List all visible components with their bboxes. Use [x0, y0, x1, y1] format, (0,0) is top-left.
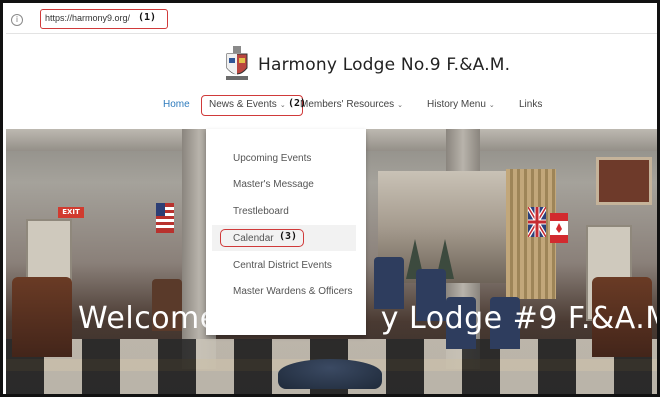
lodge-crest-icon[interactable] [224, 46, 250, 82]
url-text[interactable]: https://harmony9.org/ [45, 13, 130, 23]
nav-history-menu[interactable]: History Menu ⌄ [427, 99, 495, 110]
welcome-tail: y Lodge #9 F.&A.M. [380, 301, 660, 336]
hero-pew [12, 277, 72, 357]
address-bar[interactable]: i https://harmony9.org/ (1) [6, 6, 657, 34]
exit-sign: EXIT [58, 207, 84, 218]
annotation-label-2: (2) [288, 98, 307, 109]
welcome-head: Welcome [78, 301, 219, 336]
canada-flag-icon [550, 213, 568, 243]
annotation-label-1: (1) [138, 12, 157, 23]
dropdown-item-master-wardens-officers[interactable]: Master Wardens & Officers [233, 284, 353, 299]
chevron-down-icon: ⌄ [488, 102, 495, 109]
union-flag-icon [528, 207, 546, 237]
nav-members-resources[interactable]: Members' Resources ⌄ [300, 99, 403, 110]
nav-label: Links [519, 99, 543, 110]
nav-label: History Menu [427, 99, 486, 110]
hero-framed-picture [596, 157, 652, 205]
info-icon[interactable]: i [11, 14, 23, 26]
hero-altar [278, 359, 382, 389]
annotation-label-3: (3) [279, 231, 298, 242]
site-title[interactable]: Harmony Lodge No.9 F.&A.M. [258, 55, 510, 75]
us-flag-icon [156, 203, 174, 233]
dropdown-item-upcoming-events[interactable]: Upcoming Events [233, 151, 353, 166]
chevron-down-icon: ⌄ [397, 102, 404, 109]
dropdown-item-central-district-events[interactable]: Central District Events [233, 258, 353, 273]
nav-home[interactable]: Home [163, 99, 190, 110]
browser-screenshot: i https://harmony9.org/ (1) Harmony Lodg… [0, 0, 660, 397]
nav-label: Members' Resources [300, 99, 395, 110]
site-header: Harmony Lodge No.9 F.&A.M. [6, 34, 657, 94]
nav-links[interactable]: Links [519, 99, 542, 110]
news-events-dropdown: Upcoming Events Master's Message Trestle… [206, 129, 366, 335]
dropdown-item-masters-message[interactable]: Master's Message [233, 177, 353, 192]
main-nav: Home News & Events ⌄ Members' Resources ⌄ … [6, 94, 657, 128]
nav-label: Home [163, 99, 190, 110]
dropdown-item-trestleboard[interactable]: Trestleboard [233, 204, 353, 219]
hero-welcome-text: Welcome y Lodge #9 F.&A.M. [78, 301, 660, 336]
